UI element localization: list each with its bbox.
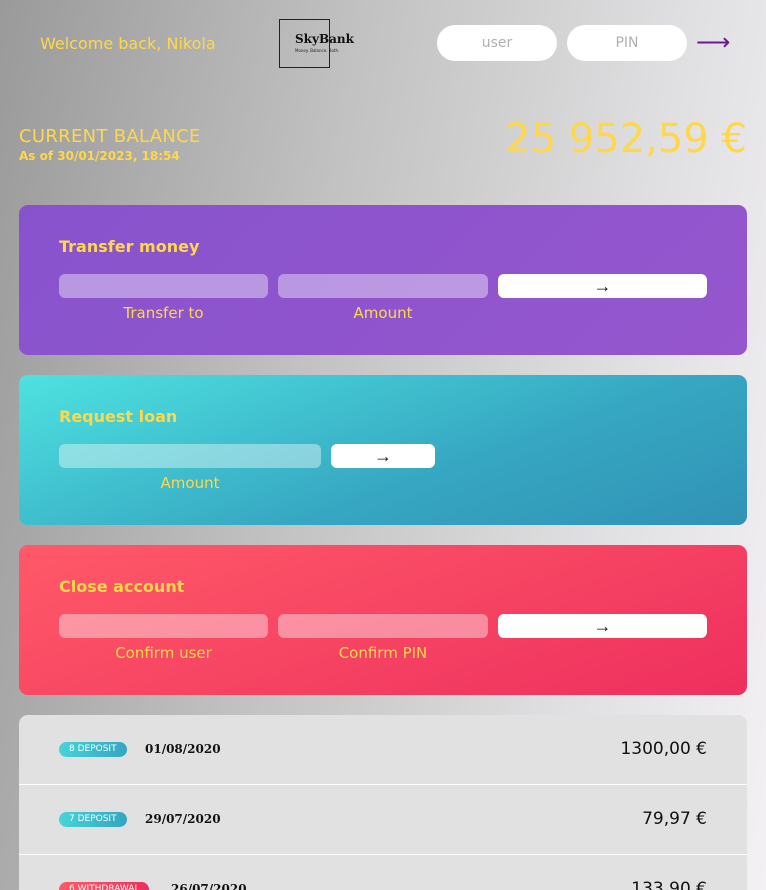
close-title: Close account <box>59 577 185 596</box>
loan-amount-input[interactable] <box>59 444 321 468</box>
movement-type-badge: 6 withdrawal <box>59 882 150 890</box>
close-pin-label: Confirm PIN <box>338 644 428 662</box>
transfer-amount-label: Amount <box>353 304 413 322</box>
transfer-amount-input[interactable] <box>278 274 488 298</box>
arrow-right-icon: ⟶ <box>696 29 731 56</box>
movement-type-badge: 7 deposit <box>59 812 127 827</box>
movement-value: 79,97 € <box>642 809 707 829</box>
balance-date: As of 30/01/2023, 18:54 <box>19 149 180 163</box>
movement-row: 6 withdrawal 26/07/2020 133,90 € <box>19 855 747 890</box>
logo-tagline: Money. Balance. Both. <box>295 48 340 53</box>
movement-value: 1300,00 € <box>620 739 707 759</box>
balance-value: 25 952,59 € <box>505 116 747 162</box>
skybank-logo: SkyBank Money. Balance. Both. <box>279 19 354 68</box>
movements-list: 8 deposit 01/08/2020 1300,00 € 7 deposit… <box>19 715 747 890</box>
loan-title: Request loan <box>59 407 178 426</box>
arrow-right-icon: → <box>593 616 612 636</box>
movement-date: 01/08/2020 <box>145 742 221 756</box>
arrow-right-icon: → <box>593 276 612 296</box>
welcome-message: Welcome back, Nikola <box>40 34 216 53</box>
close-panel: Close account → Confirm user Confirm PIN <box>19 545 747 695</box>
loan-panel: Request loan → Amount <box>19 375 747 525</box>
movement-value: 133,90 € <box>631 879 707 890</box>
movement-row: 7 deposit 29/07/2020 79,97 € <box>19 785 747 855</box>
transfer-panel: Transfer money → Transfer to Amount <box>19 205 747 355</box>
close-submit-button[interactable]: → <box>498 614 707 638</box>
close-pin-input[interactable] <box>278 614 488 638</box>
transfer-to-input[interactable] <box>59 274 268 298</box>
balance-label: CURRENT BALANCE <box>19 126 201 147</box>
logo-name: SkyBank <box>295 32 354 46</box>
loan-amount-label: Amount <box>160 474 220 492</box>
login-pin-input[interactable] <box>567 25 687 61</box>
close-user-label: Confirm user <box>115 644 212 662</box>
login-button[interactable]: ⟶ <box>696 29 731 57</box>
movement-type-badge: 8 deposit <box>59 742 127 757</box>
arrow-right-icon: → <box>374 446 392 466</box>
loan-submit-button[interactable]: → <box>331 444 435 468</box>
transfer-to-label: Transfer to <box>123 304 204 322</box>
movement-date: 26/07/2020 <box>171 882 247 890</box>
movement-row: 8 deposit 01/08/2020 1300,00 € <box>19 715 747 785</box>
close-user-input[interactable] <box>59 614 268 638</box>
movement-date: 29/07/2020 <box>145 812 221 826</box>
login-user-input[interactable] <box>437 25 557 61</box>
transfer-title: Transfer money <box>59 237 200 256</box>
transfer-submit-button[interactable]: → <box>498 274 707 298</box>
top-nav: Welcome back, Nikola SkyBank Money. Bala… <box>0 0 766 90</box>
